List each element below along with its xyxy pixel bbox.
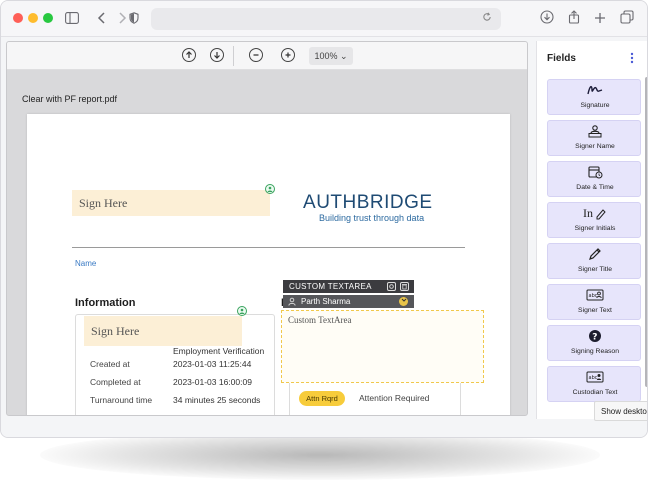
field-label: Signing Reason (571, 348, 619, 355)
sign-here-field[interactable]: Sign Here (84, 316, 242, 346)
field-label: Signer Title (577, 266, 612, 273)
tab-overview-icon[interactable] (618, 10, 636, 28)
fields-sidebar: Fields Signature Signer Name Date & Time (536, 41, 647, 419)
svg-text:abc: abc (589, 293, 598, 299)
field-label: Signer Name (575, 143, 615, 150)
logo-tagline: Building trust through data (319, 213, 425, 223)
id-card-icon: abc (548, 288, 642, 304)
initials-icon: In (548, 206, 642, 222)
logo-letter-a: A (303, 192, 317, 213)
field-date-time[interactable]: Date & Time (547, 161, 641, 197)
signer-badge-icon (237, 306, 247, 316)
document-filename: Clear with PF report.pdf (22, 94, 118, 104)
new-tab-icon[interactable] (591, 10, 609, 28)
field-signer-title[interactable]: Signer Title (547, 243, 641, 279)
desktop-tooltip: Show deskto (594, 401, 647, 421)
user-icon (288, 297, 296, 308)
info-label: Completed at (90, 377, 141, 387)
browser-window: 100% ⌄ Clear with PF report.pdf Sign Her… (0, 0, 648, 438)
custom-textarea-field[interactable]: Custom TextArea (281, 310, 484, 383)
zoom-in-icon[interactable] (281, 48, 295, 62)
svg-text:abc: abc (589, 375, 598, 381)
field-signing-reason[interactable]: ? Signing Reason (547, 325, 641, 361)
info-value: 34 minutes 25 seconds (173, 395, 261, 405)
sidebar-toggle-icon[interactable] (63, 10, 81, 28)
custom-textarea-title: CUSTOM TEXTAREA (289, 282, 372, 291)
field-signer-initials[interactable]: In Signer Initials (547, 202, 641, 238)
custom-textarea-toolbar: CUSTOM TEXTAREA (283, 280, 414, 293)
info-value: 2023-01-03 16:00:09 (173, 377, 252, 387)
info-label: Created at (90, 359, 130, 369)
field-label: Signer Text (578, 307, 612, 314)
custodian-card-icon: abc (548, 370, 642, 386)
assignee-name: Parth Sharma (301, 297, 351, 306)
address-bar[interactable] (151, 8, 501, 30)
calendar-clock-icon (548, 165, 642, 181)
status-text: Attention Required (359, 393, 430, 403)
logo-wordmark: UTHBRIDGE (316, 192, 433, 213)
chevron-down-icon[interactable] (399, 297, 408, 306)
field-label: Date & Time (576, 184, 614, 191)
window-bottom-strip (1, 419, 647, 437)
zoom-window-button[interactable] (43, 13, 53, 23)
status-badge: Attn Rqrd (299, 391, 345, 406)
delete-icon[interactable] (400, 282, 409, 291)
zoom-level-select[interactable]: 100% ⌄ (309, 47, 353, 65)
toolbar-divider (233, 46, 234, 66)
question-icon: ? (548, 329, 642, 345)
field-signature[interactable]: Signature (547, 79, 641, 115)
info-label: Turnaround time (90, 395, 153, 405)
field-label: Signer Initials (574, 225, 616, 232)
info-value: Employment Verification (173, 346, 265, 356)
field-custodian-text[interactable]: abc Custodian Text (547, 366, 641, 402)
pen-icon (548, 247, 642, 263)
signer-name-icon (548, 124, 642, 140)
minimize-window-button[interactable] (28, 13, 38, 23)
settings-icon[interactable] (387, 282, 396, 291)
zoom-out-icon[interactable] (249, 48, 263, 62)
field-signer-text[interactable]: abc Signer Text (547, 284, 641, 320)
svg-text:?: ? (592, 333, 597, 343)
company-logo: AUTHBRIDGE (303, 192, 433, 214)
name-label: Name (75, 259, 97, 268)
document-page: Sign Here AUTHBRIDGE Building trust thro… (27, 114, 510, 415)
info-value: 2023-01-03 11:25:44 (173, 359, 252, 369)
fields-title: Fields (547, 53, 576, 64)
shield-icon[interactable] (125, 10, 143, 28)
sign-here-field[interactable]: Sign Here (72, 190, 270, 216)
next-page-icon[interactable] (210, 48, 224, 62)
more-options-icon[interactable] (629, 52, 635, 66)
title-bar (1, 1, 647, 37)
field-label: Custodian Text (572, 389, 618, 396)
download-icon[interactable] (538, 10, 556, 28)
signer-badge-icon (265, 184, 275, 194)
close-window-button[interactable] (13, 13, 23, 23)
information-heading: Information (75, 297, 136, 309)
field-signer-name[interactable]: Signer Name (547, 120, 641, 156)
share-icon[interactable] (565, 10, 583, 28)
back-icon[interactable] (93, 10, 111, 28)
previous-page-icon[interactable] (182, 48, 196, 62)
pdf-viewer: 100% ⌄ Clear with PF report.pdf Sign Her… (6, 41, 528, 416)
viewer-toolbar: 100% ⌄ (7, 42, 527, 70)
field-label: Signature (580, 102, 610, 109)
signature-icon (548, 83, 642, 99)
reload-icon[interactable] (479, 11, 495, 27)
svg-text:In: In (583, 206, 593, 220)
signature-line (72, 247, 465, 248)
assignee-select[interactable]: Parth Sharma (283, 295, 414, 308)
